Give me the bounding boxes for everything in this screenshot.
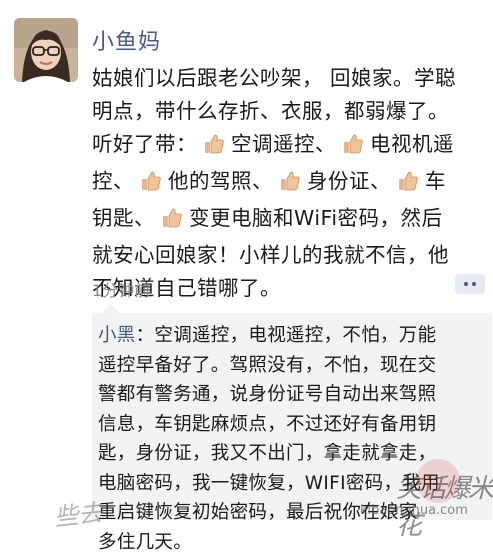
comment-line: 匙，身份证，我又不出门，拿走就拿走， <box>98 443 437 464</box>
comment-like-button[interactable] <box>455 274 485 294</box>
thumbs-up-icon <box>397 169 419 202</box>
comment-line: 警都有警务通，说身份证号自动出来驾照 <box>98 384 437 405</box>
thumbs-up-icon <box>161 206 183 239</box>
watermark-left: 些去 <box>52 498 104 532</box>
post-line: 不知道自己错哪了。 <box>92 276 281 300</box>
thumbs-up-icon <box>203 132 225 165</box>
post-line: 姑娘们以后跟老公吵架， 回娘家。学聪 <box>92 66 457 90</box>
watermark-url: klbaomihua.com <box>360 503 468 518</box>
username[interactable]: 小鱼妈 <box>92 24 161 56</box>
comment-line: 遥控早备好了。驾照没有，不怕，现在交 <box>98 354 437 376</box>
comment-line: 信息，车钥匙麻烦点，不过还好有备用钥 <box>98 413 437 435</box>
post-text: 姑娘们以后跟老公吵架， 回娘家。学聪 明点，带什么存折、衣服，都弱爆了。 听好了… <box>92 62 482 305</box>
thumbs-up-icon <box>279 169 301 202</box>
avatar-photo <box>14 18 78 82</box>
post-line: 就安心回娘家！小样儿的我就不信，他 <box>92 243 449 267</box>
post-line: 控、 他的驾照、 身份证、车 <box>92 165 482 202</box>
comment-line: ：空调遥控，电视遥控，不怕，万能 <box>135 325 437 346</box>
thumbs-up-icon <box>342 132 364 165</box>
post-line: 明点，带什么存折、衣服，都弱爆了。 <box>92 99 449 123</box>
moments-post: 小鱼妈 姑娘们以后跟老公吵架， 回娘家。学聪 明点，带什么存折、衣服，都弱爆了。… <box>0 0 493 553</box>
thumbs-up-icon <box>140 169 162 202</box>
post-line: 钥匙、 变更电脑和WiFi密码，然后 <box>92 202 482 239</box>
post-timestamp: 1分钟前 <box>92 281 151 300</box>
comment-line: 多住几天。 <box>98 531 193 553</box>
more-dots-icon <box>464 282 468 286</box>
avatar[interactable] <box>14 18 78 82</box>
more-dots-icon <box>472 282 476 286</box>
post-line: 听好了带： 空调遥控、 电视机遥 <box>92 128 482 165</box>
comment-author[interactable]: 小黑 <box>98 325 136 346</box>
